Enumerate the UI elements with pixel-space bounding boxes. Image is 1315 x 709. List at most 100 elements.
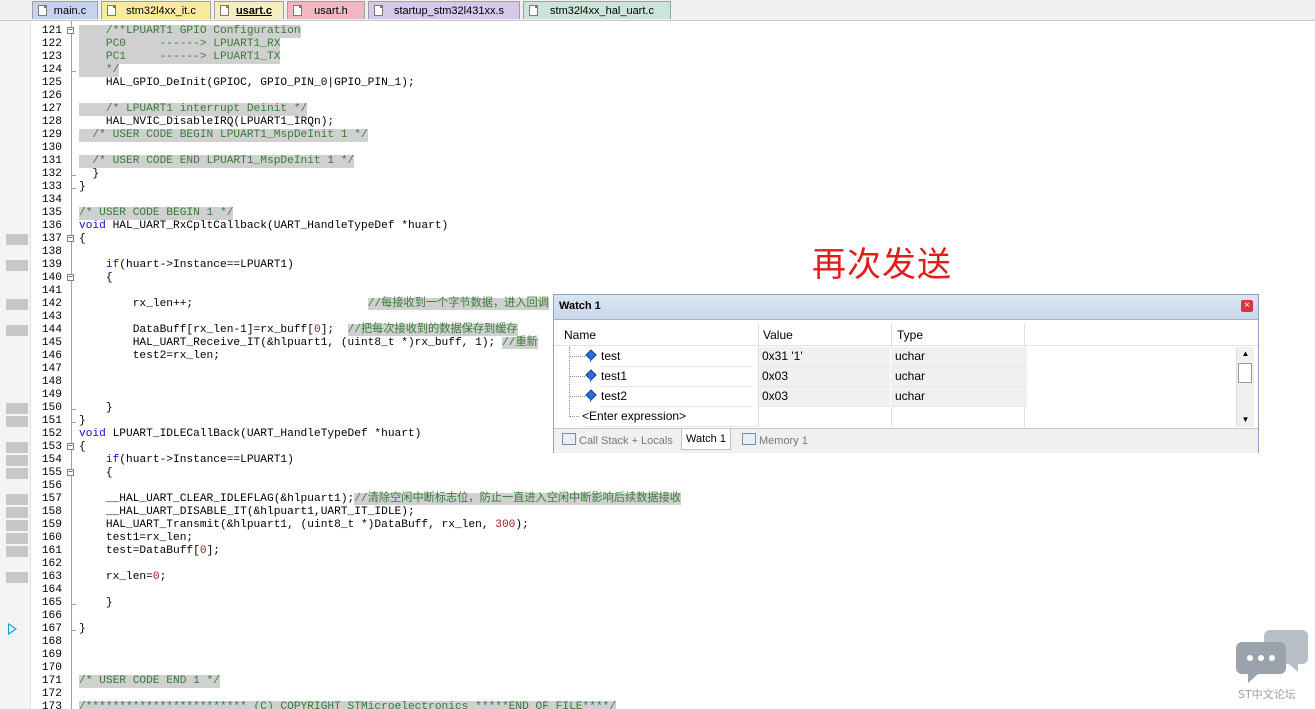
tab-watch-1[interactable]: Watch 1 <box>681 429 731 450</box>
memory-icon <box>742 433 756 445</box>
column-type[interactable]: Type <box>897 328 923 342</box>
code-line[interactable]: 168 <box>0 636 1315 649</box>
code-line[interactable]: 163 rx_len=0; <box>0 571 1315 584</box>
watch-window[interactable]: Watch 1 × Name Value Type test 0x31 '1' … <box>553 294 1259 453</box>
code-line[interactable]: 161 test=DataBuff[0]; <box>0 545 1315 558</box>
fold-toggle-icon[interactable]: − <box>67 443 74 451</box>
watch-name[interactable]: test1 <box>601 367 751 387</box>
code-text: test=DataBuff[0]; <box>79 545 221 557</box>
code-text: HAL_UART_Transmit(&hlpuart1, (uint8_t *)… <box>79 519 529 531</box>
code-line[interactable]: 137−{ <box>0 233 1315 246</box>
current-line-arrow-icon <box>8 623 17 635</box>
code-line[interactable]: 139 if(huart->Instance==LPUART1) <box>0 259 1315 272</box>
code-line[interactable]: 124 */ <box>0 64 1315 77</box>
code-line[interactable]: 127 /* LPUART1 interrupt Deinit */ <box>0 103 1315 116</box>
code-line[interactable]: 155− { <box>0 467 1315 480</box>
code-text: PC1 ------> LPUART1_TX <box>79 51 281 64</box>
watch-value[interactable]: 0x31 '1' <box>759 347 890 367</box>
watch-name[interactable]: test2 <box>601 387 751 407</box>
close-icon[interactable]: × <box>1241 300 1253 312</box>
line-number: 132 <box>41 168 62 180</box>
call-stack-icon <box>562 433 576 445</box>
code-line[interactable]: 132 } <box>0 168 1315 181</box>
code-line[interactable]: 125 HAL_GPIO_DeInit(GPIOC, GPIO_PIN_0|GP… <box>0 77 1315 90</box>
tab-usart-c[interactable]: usart.c <box>214 1 284 19</box>
code-line[interactable]: 159 HAL_UART_Transmit(&hlpuart1, (uint8_… <box>0 519 1315 532</box>
code-line[interactable]: 126 <box>0 90 1315 103</box>
code-line[interactable]: 173 /************************ (C) COPYRIG… <box>0 701 1315 709</box>
tab-usart-h[interactable]: usart.h <box>287 1 365 19</box>
scroll-down-icon[interactable]: ▼ <box>1237 413 1254 427</box>
code-line[interactable]: 128 HAL_NVIC_DisableIRQ(LPUART1_IRQn); <box>0 116 1315 129</box>
watch-row[interactable]: test2 0x03 uchar <box>554 387 1236 407</box>
code-line[interactable]: 167} <box>0 623 1315 636</box>
fold-toggle-icon[interactable]: − <box>67 27 74 35</box>
code-line[interactable]: 121− /**LPUART1 GPIO Configuration <box>0 25 1315 38</box>
fold-toggle-icon[interactable]: − <box>67 235 74 243</box>
code-line[interactable]: 164 <box>0 584 1315 597</box>
code-line[interactable]: 134 <box>0 194 1315 207</box>
tab-call-stack[interactable]: Call Stack + Locals <box>562 431 673 451</box>
column-name[interactable]: Name <box>564 328 596 342</box>
watch-value[interactable]: 0x03 <box>759 367 890 387</box>
scroll-thumb[interactable] <box>1238 363 1252 383</box>
code-line[interactable]: 170 <box>0 662 1315 675</box>
code-line[interactable]: 165 } <box>0 597 1315 610</box>
watch-value[interactable]: 0x03 <box>759 387 890 407</box>
line-number: 130 <box>41 142 62 154</box>
fold-end-marker <box>71 415 76 423</box>
enter-expression[interactable]: <Enter expression> <box>582 407 757 427</box>
fold-toggle-icon[interactable]: − <box>67 469 74 477</box>
code-line[interactable]: 158 __HAL_UART_DISABLE_IT(&hlpuart1,UART… <box>0 506 1315 519</box>
line-number: 153 <box>41 441 62 453</box>
code-text: */ <box>79 64 120 77</box>
code-line[interactable]: 160 test1=rx_len; <box>0 532 1315 545</box>
watch-scrollbar[interactable]: ▲ ▼ <box>1236 347 1254 427</box>
code-line[interactable]: 172 <box>0 688 1315 701</box>
code-line[interactable]: 154 if(huart->Instance==LPUART1) <box>0 454 1315 467</box>
code-line[interactable]: 156 <box>0 480 1315 493</box>
code-line[interactable]: 140− { <box>0 272 1315 285</box>
code-line[interactable]: 123 PC1 ------> LPUART1_TX <box>0 51 1315 64</box>
line-number: 143 <box>41 311 62 323</box>
code-line[interactable]: 171 /* USER CODE END 1 */ <box>0 675 1315 688</box>
code-line[interactable]: 162 <box>0 558 1315 571</box>
watch-type: uchar <box>891 387 1027 407</box>
watch-title-bar[interactable]: Watch 1 × <box>554 295 1258 320</box>
line-number: 124 <box>41 64 62 76</box>
code-line[interactable]: 130 <box>0 142 1315 155</box>
code-line[interactable]: 166 <box>0 610 1315 623</box>
code-text: DataBuff[rx_len-1]=rx_buff[0]; //把每次接收到的… <box>79 324 518 336</box>
column-value[interactable]: Value <box>763 328 793 342</box>
code-line[interactable]: 157 __HAL_UART_CLEAR_IDLEFLAG(&hlpuart1)… <box>0 493 1315 506</box>
line-number: 129 <box>41 129 62 141</box>
line-number: 156 <box>41 480 62 492</box>
code-line[interactable]: 133} <box>0 181 1315 194</box>
code-text: { <box>79 441 86 453</box>
watch-title: Watch 1 <box>559 300 601 312</box>
fold-toggle-icon[interactable]: − <box>67 274 74 282</box>
tab-hal-uart-c[interactable]: stm32l4xx_hal_uart.c <box>523 1 671 19</box>
line-number: 128 <box>41 116 62 128</box>
watch-row-new[interactable]: <Enter expression> <box>554 407 1236 427</box>
code-line[interactable]: 169 <box>0 649 1315 662</box>
code-line[interactable]: 138 <box>0 246 1315 259</box>
line-number: 171 <box>41 675 62 687</box>
code-line[interactable]: 136 void HAL_UART_RxCpltCallback(UART_Han… <box>0 220 1315 233</box>
tab-main-c[interactable]: main.c <box>32 1 98 19</box>
code-line[interactable]: 131 /* USER CODE END LPUART1_MspDeInit 1… <box>0 155 1315 168</box>
line-number: 145 <box>41 337 62 349</box>
watch-row[interactable]: test 0x31 '1' uchar <box>554 347 1236 367</box>
tab-startup-s[interactable]: startup_stm32l431xx.s <box>368 1 520 19</box>
code-line[interactable]: 122 PC0 ------> LPUART1_RX <box>0 38 1315 51</box>
code-line[interactable]: 129 /* USER CODE BEGIN LPUART1_MspDeInit… <box>0 129 1315 142</box>
line-number: 123 <box>41 51 62 63</box>
watch-name[interactable]: test <box>601 347 751 367</box>
watch-row[interactable]: test1 0x03 uchar <box>554 367 1236 387</box>
line-number: 142 <box>41 298 62 310</box>
tab-stm32l4xx-it-c[interactable]: stm32l4xx_it.c <box>101 1 211 19</box>
code-line[interactable]: 135 /* USER CODE BEGIN 1 */ <box>0 207 1315 220</box>
line-number: 146 <box>41 350 62 362</box>
tab-memory-1[interactable]: Memory 1 <box>742 431 808 451</box>
scroll-up-icon[interactable]: ▲ <box>1237 347 1254 361</box>
